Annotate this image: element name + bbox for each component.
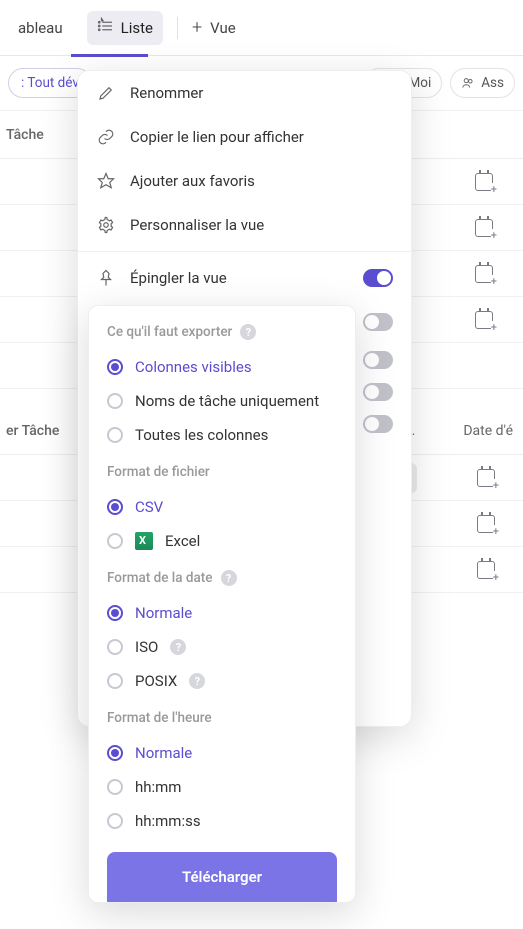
export-visible-cols-option[interactable]: Colonnes visibles <box>89 350 355 384</box>
pin-label: Épingler la vue <box>130 269 227 287</box>
export-task-names-option[interactable]: Noms de tâche uniquement <box>89 384 355 418</box>
pin-toggle[interactable] <box>363 269 393 287</box>
time-normal-label: Normale <box>135 744 192 762</box>
date-picker-icon[interactable] <box>477 515 495 533</box>
copy-link-label: Copier le lien pour afficher <box>130 128 304 146</box>
format-csv-option[interactable]: CSV <box>89 490 355 524</box>
date-iso-option[interactable]: ISO ? <box>89 630 355 664</box>
help-icon[interactable]: ? <box>221 570 237 586</box>
radio-icon <box>107 427 123 443</box>
divider <box>177 17 178 39</box>
group-header-label: er Tâche <box>6 423 59 439</box>
time-hhmm-option[interactable]: hh:mm <box>89 770 355 804</box>
help-icon[interactable]: ? <box>189 673 205 689</box>
radio-icon <box>107 533 123 549</box>
radio-icon <box>107 673 123 689</box>
time-format-header: Format de l'heure <box>89 698 355 736</box>
favorite-label: Ajouter aux favoris <box>130 172 255 190</box>
date-picker-icon[interactable] <box>477 561 495 579</box>
tab-liste-label: Liste <box>121 19 153 37</box>
time-hhmmss-option[interactable]: hh:mm:ss <box>89 804 355 838</box>
view-tabs-bar: ableau Liste + Vue <box>0 0 523 56</box>
add-view-label: Vue <box>210 19 236 37</box>
tab-liste[interactable]: Liste <box>87 11 163 45</box>
pencil-icon <box>96 83 116 103</box>
add-view-button[interactable]: + Vue <box>192 17 236 38</box>
file-format-label: Format de fichier <box>107 464 210 480</box>
date-normal-option[interactable]: Normale <box>89 596 355 630</box>
task-names-label: Noms de tâche uniquement <box>135 392 319 410</box>
tab-tableau[interactable]: ableau <box>8 13 73 43</box>
gear-icon <box>96 215 116 235</box>
hhmm-label: hh:mm <box>135 778 181 796</box>
export-what-header: Ce qu'il faut exporter ? <box>89 320 355 350</box>
radio-icon <box>107 813 123 829</box>
plus-icon: + <box>192 17 202 38</box>
date-picker-icon[interactable] <box>475 265 493 283</box>
date-normal-label: Normale <box>135 604 192 622</box>
pinned-list-icon <box>97 17 115 39</box>
help-icon[interactable]: ? <box>240 324 256 340</box>
customize-menu-item[interactable]: Personnaliser la vue <box>78 203 411 247</box>
link-icon <box>96 127 116 147</box>
csv-label: CSV <box>135 498 163 516</box>
customize-label: Personnaliser la vue <box>130 216 264 234</box>
rename-label: Renommer <box>130 84 203 102</box>
visible-cols-label: Colonnes visibles <box>135 358 252 376</box>
toggle-3[interactable] <box>363 383 393 401</box>
radio-icon <box>107 605 123 621</box>
iso-label: ISO <box>135 638 158 656</box>
active-tab-underline <box>71 54 148 57</box>
excel-label: Excel <box>165 532 200 550</box>
favorite-menu-item[interactable]: Ajouter aux favoris <box>78 159 411 203</box>
download-button[interactable]: Télécharger <box>107 852 337 902</box>
export-all-cols-option[interactable]: Toutes les colonnes <box>89 418 355 452</box>
radio-icon <box>107 359 123 375</box>
assigned-filter-label: Ass <box>481 75 504 91</box>
date-picker-icon[interactable] <box>477 469 495 487</box>
radio-icon <box>107 779 123 795</box>
toggle-2[interactable] <box>363 351 393 369</box>
format-excel-option[interactable]: Excel <box>89 524 355 558</box>
star-icon <box>96 171 116 191</box>
date-picker-icon[interactable] <box>475 311 493 329</box>
file-format-header: Format de fichier <box>89 452 355 490</box>
column-name-label: Tâche <box>6 127 44 143</box>
rename-menu-item[interactable]: Renommer <box>78 71 411 115</box>
menu-separator <box>78 251 411 252</box>
date-picker-icon[interactable] <box>475 173 493 191</box>
column-header-2b: Date d'é <box>463 423 513 439</box>
export-submenu: Ce qu'il faut exporter ? Colonnes visibl… <box>88 305 356 903</box>
time-format-label: Format de l'heure <box>107 710 212 726</box>
radio-icon <box>107 745 123 761</box>
date-picker-icon[interactable] <box>475 219 493 237</box>
posix-label: POSIX <box>135 672 177 690</box>
assigned-filter-button[interactable]: Ass <box>450 68 515 98</box>
toggle-4[interactable] <box>363 415 393 433</box>
toggle-1[interactable] <box>363 313 393 331</box>
radio-icon <box>107 639 123 655</box>
date-format-label: Format de la date <box>107 570 213 586</box>
radio-icon <box>107 499 123 515</box>
date-format-header: Format de la date ? <box>89 558 355 596</box>
date-posix-option[interactable]: POSIX ? <box>89 664 355 698</box>
time-normal-option[interactable]: Normale <box>89 736 355 770</box>
help-icon[interactable]: ? <box>170 639 186 655</box>
export-what-label: Ce qu'il faut exporter <box>107 324 232 340</box>
radio-icon <box>107 393 123 409</box>
copy-link-menu-item[interactable]: Copier le lien pour afficher <box>78 115 411 159</box>
hhmmss-label: hh:mm:ss <box>135 812 201 830</box>
pin-icon <box>96 268 116 288</box>
excel-icon <box>135 532 153 550</box>
pin-view-menu-item[interactable]: Épingler la vue <box>78 256 411 300</box>
all-cols-label: Toutes les colonnes <box>135 426 268 444</box>
